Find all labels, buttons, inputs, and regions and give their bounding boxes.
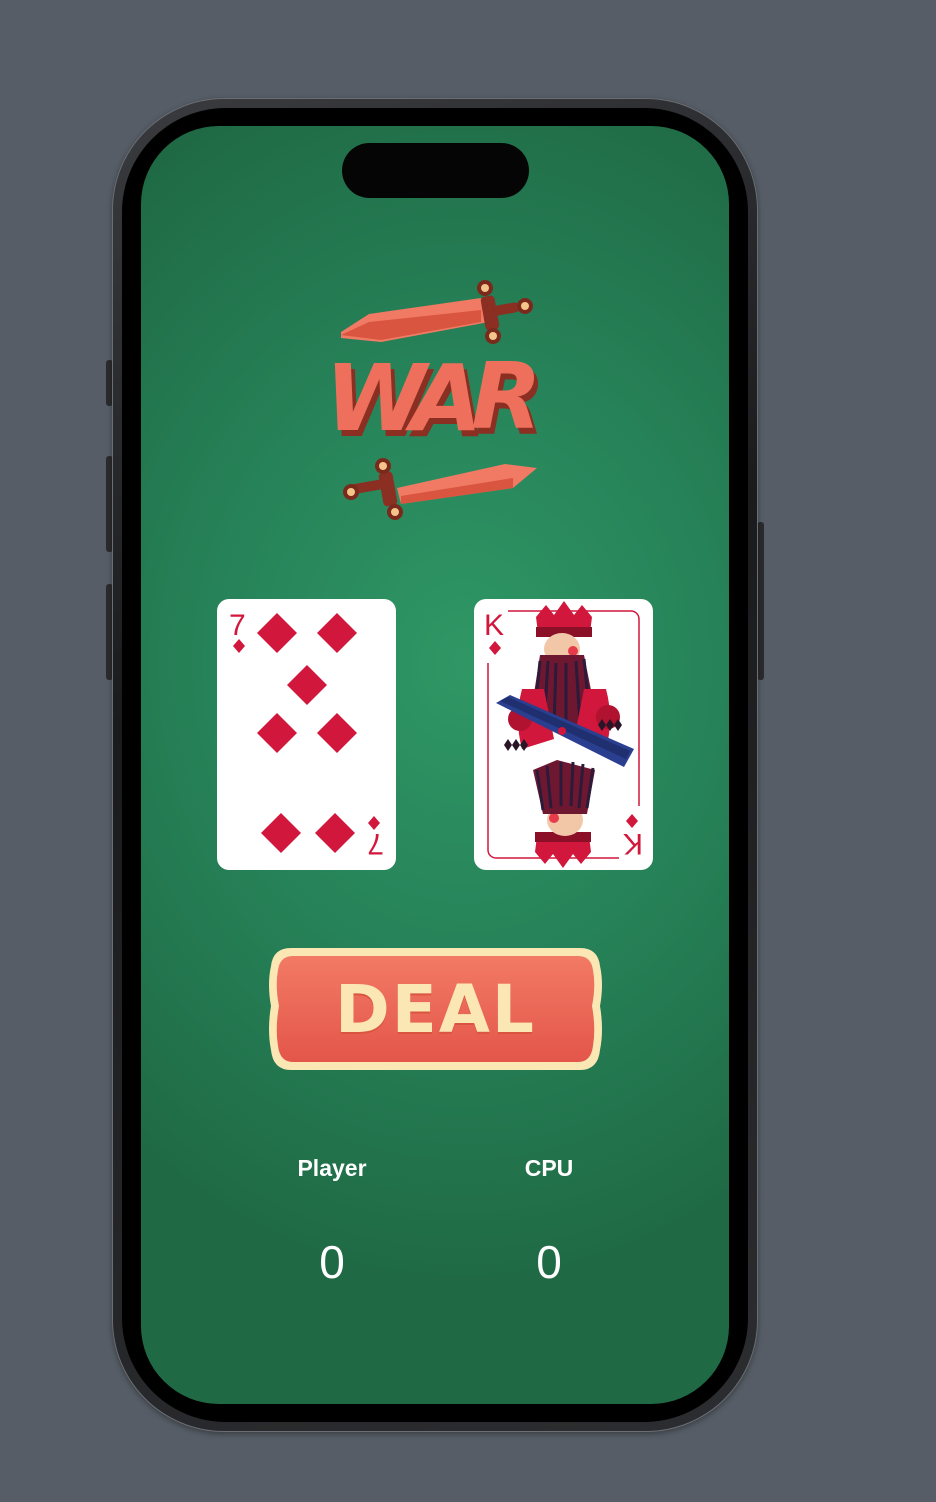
player-card-rank-top: 7 bbox=[229, 609, 246, 642]
cpu-card-rank-bottom: K bbox=[623, 827, 643, 860]
player-score-label: Player bbox=[297, 1155, 367, 1181]
cpu-card: K K bbox=[474, 599, 653, 870]
svg-text:R: R bbox=[471, 343, 542, 450]
diamond-icon bbox=[261, 813, 301, 853]
cpu-score-label: CPU bbox=[524, 1155, 574, 1181]
diamond-icon bbox=[257, 713, 297, 753]
player-card-rank-bottom: 7 bbox=[367, 827, 384, 860]
diamond-icon bbox=[287, 665, 327, 705]
war-logo: W A R W A R bbox=[321, 278, 557, 526]
war-letters-icon: W A R W A R bbox=[325, 343, 546, 458]
player-card: 7 7 bbox=[217, 599, 396, 870]
player-score: Player 0 bbox=[257, 1153, 407, 1288]
cpu-score: CPU 0 bbox=[474, 1153, 624, 1288]
king-face-icon bbox=[496, 601, 634, 868]
cpu-card-rank-top: K bbox=[484, 609, 504, 642]
diamond-icon bbox=[257, 613, 297, 653]
deal-button-label: DEAL bbox=[334, 970, 536, 1048]
app-screen: W A R W A R 7 7 K K DEAL Player 0 CPU 0 bbox=[141, 126, 729, 1404]
cpu-score-value: 0 bbox=[536, 1236, 562, 1288]
deal-button[interactable]: DEAL bbox=[267, 944, 604, 1074]
bottom-sword-icon bbox=[343, 458, 537, 520]
diamond-icon bbox=[317, 613, 357, 653]
dynamic-island bbox=[342, 143, 529, 198]
top-sword-icon bbox=[341, 280, 533, 344]
player-score-value: 0 bbox=[319, 1236, 345, 1288]
power-button bbox=[757, 522, 764, 680]
diamond-icon bbox=[317, 713, 357, 753]
diamond-icon bbox=[315, 813, 355, 853]
